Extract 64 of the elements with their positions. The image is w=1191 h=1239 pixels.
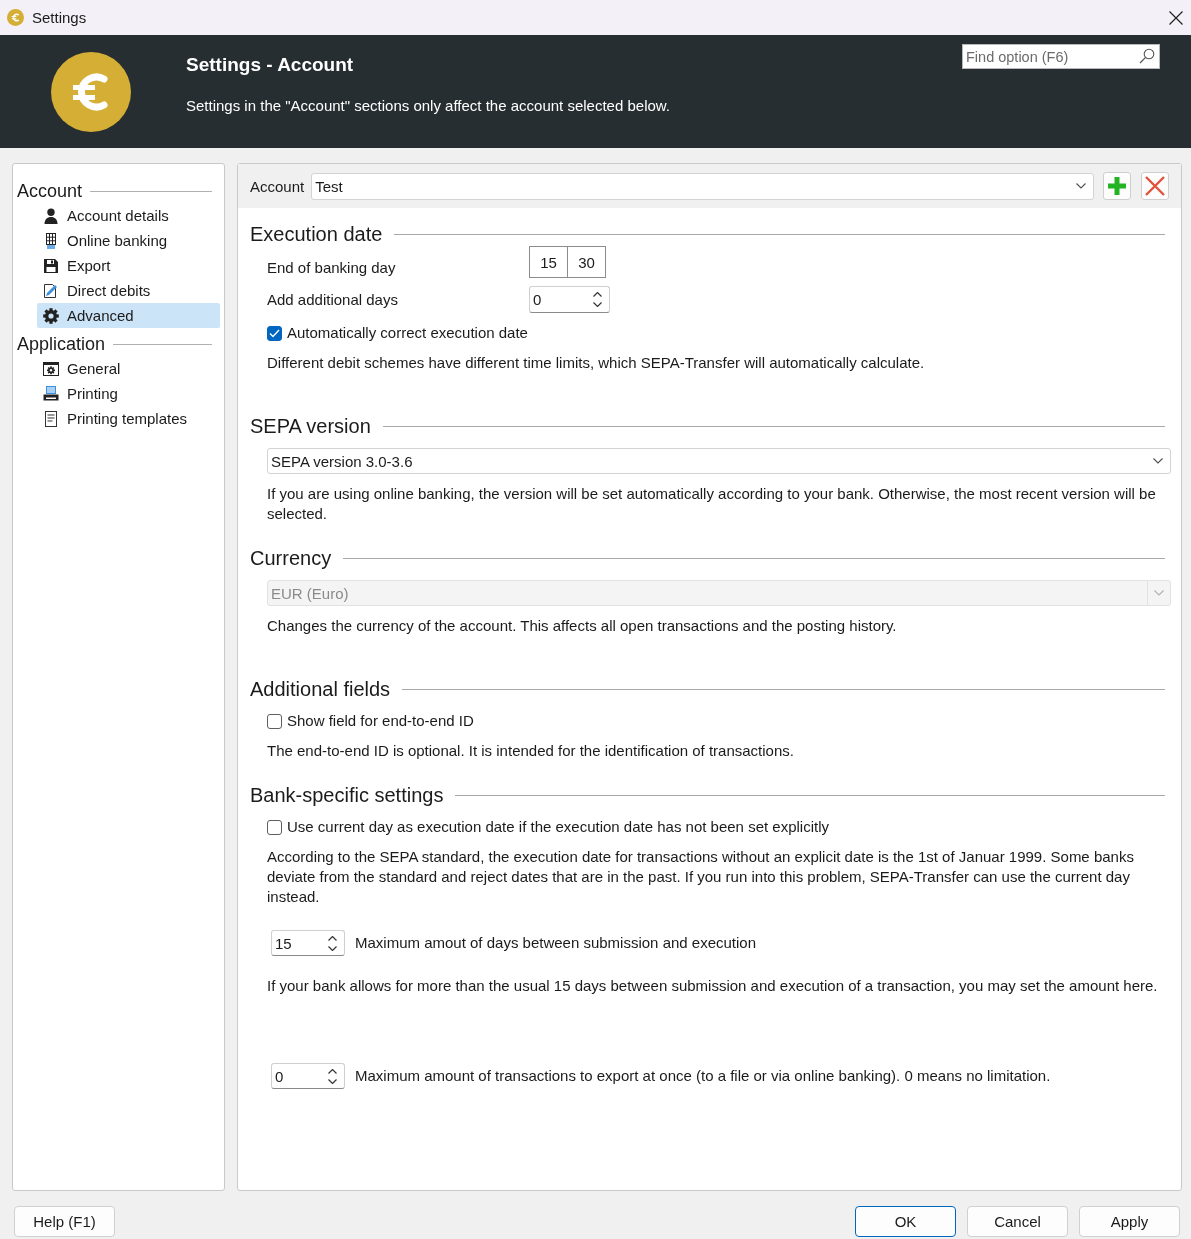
checkbox[interactable]	[267, 713, 282, 729]
add-button[interactable]	[1103, 172, 1131, 200]
euro-coin-icon	[51, 51, 131, 132]
hour-field[interactable]: 15	[529, 246, 568, 278]
description-text: If you are using online banking, the version will be set automatically according to your bank. Otherwise, the most recent version will be selected.	[267, 484, 1157, 524]
search-field[interactable]: Find option (F6)	[962, 44, 1160, 69]
account-dropdown[interactable]: Test	[311, 172, 1094, 200]
description-text: According to the SEPA standard, the execution date for transactions without an explicit date is the 1st of Januar 1999. Some banks deviate from the standard and reject dates that are in the past. If you run into this problem, SEPA-Transfer can use the current day instead.	[267, 847, 1135, 907]
sidebar-item[interactable]: Direct debits	[37, 278, 220, 303]
page-title: Settings - Account	[186, 53, 354, 77]
dialog-button[interactable]: Apply	[1079, 1206, 1180, 1237]
chevron-down-icon	[1076, 183, 1086, 189]
sidebar-group-title: Account	[17, 180, 83, 202]
checkbox-label: Automatically correct execution date	[287, 323, 528, 343]
checkbox[interactable]	[267, 325, 282, 341]
dropdown[interactable]: SEPA version 3.0-3.6	[267, 448, 1171, 474]
chevron-down-icon	[1153, 458, 1163, 464]
dialog-button[interactable]: Cancel	[967, 1206, 1068, 1237]
document-icon	[43, 410, 59, 427]
delete-button[interactable]	[1141, 172, 1169, 200]
page-subtitle: Settings in the "Account" sections only affect the account selected below.	[186, 96, 670, 116]
sidebar-group-title: Application	[17, 333, 106, 355]
sidebar-item[interactable]: Account details	[37, 203, 220, 228]
keypad-icon	[43, 232, 59, 249]
minute-field[interactable]: 30	[567, 246, 606, 278]
document-pen-icon	[43, 282, 59, 299]
number-field[interactable]: 0	[529, 286, 610, 313]
cross-icon	[1145, 176, 1165, 196]
person-icon	[43, 207, 59, 224]
section-heading: SEPA version	[250, 414, 371, 438]
checkbox[interactable]	[267, 819, 282, 835]
description-text: If your bank allows for more than the usual 15 days between submission and execution of a transaction, you may set the amount here.	[267, 976, 1159, 996]
field-label: Maximum amount of transactions to export at once (to a file or via online banking). 0 means no limitation.	[355, 1066, 1051, 1086]
close-icon	[1169, 10, 1183, 25]
section-heading: Execution date	[250, 222, 383, 246]
checkbox-label: Use current day as execution date if the execution date has not been set explicitly	[287, 817, 829, 837]
section-heading: Additional fields	[250, 677, 391, 701]
gear-icon	[43, 307, 59, 324]
field-label: Maximum amout of days between submission and execution	[355, 933, 757, 953]
sidebar-item[interactable]: Export	[37, 253, 220, 278]
field-label: Account	[250, 177, 305, 195]
sidebar-item[interactable]: Printing templates	[37, 406, 220, 431]
checkbox-label: Show field for end-to-end ID	[287, 711, 474, 731]
section-heading: Bank-specific settings	[250, 783, 444, 807]
dialog-button[interactable]: Help (F1)	[14, 1206, 115, 1237]
sidebar-item[interactable]: General	[37, 356, 220, 381]
description-text: Different debit schemes have different time limits, which SEPA-Transfer will automatically calculate.	[267, 353, 926, 373]
field-label: Add additional days	[267, 289, 399, 310]
sidebar-item[interactable]: Online banking	[37, 228, 220, 253]
printer-icon	[43, 385, 59, 402]
description-text: Changes the currency of the account. This affects all open transactions and the posting history.	[267, 616, 898, 636]
search-icon	[1139, 48, 1155, 64]
description-text: The end-to-end ID is optional. It is intended for the identification of transactions.	[267, 741, 795, 761]
euro-coin-icon	[7, 9, 24, 26]
number-field[interactable]: 0	[271, 1063, 345, 1089]
plus-icon	[1108, 177, 1126, 195]
sidebar-item[interactable]: Advanced	[37, 303, 220, 328]
field-label: End of banking day	[267, 258, 397, 278]
window-gear-icon	[43, 360, 59, 377]
section-heading: Currency	[250, 546, 332, 570]
number-field[interactable]: 15	[271, 930, 345, 956]
dialog-button[interactable]: OK	[855, 1206, 956, 1237]
window-title: Settings	[32, 9, 87, 26]
sidebar-item[interactable]: Printing	[37, 381, 220, 406]
